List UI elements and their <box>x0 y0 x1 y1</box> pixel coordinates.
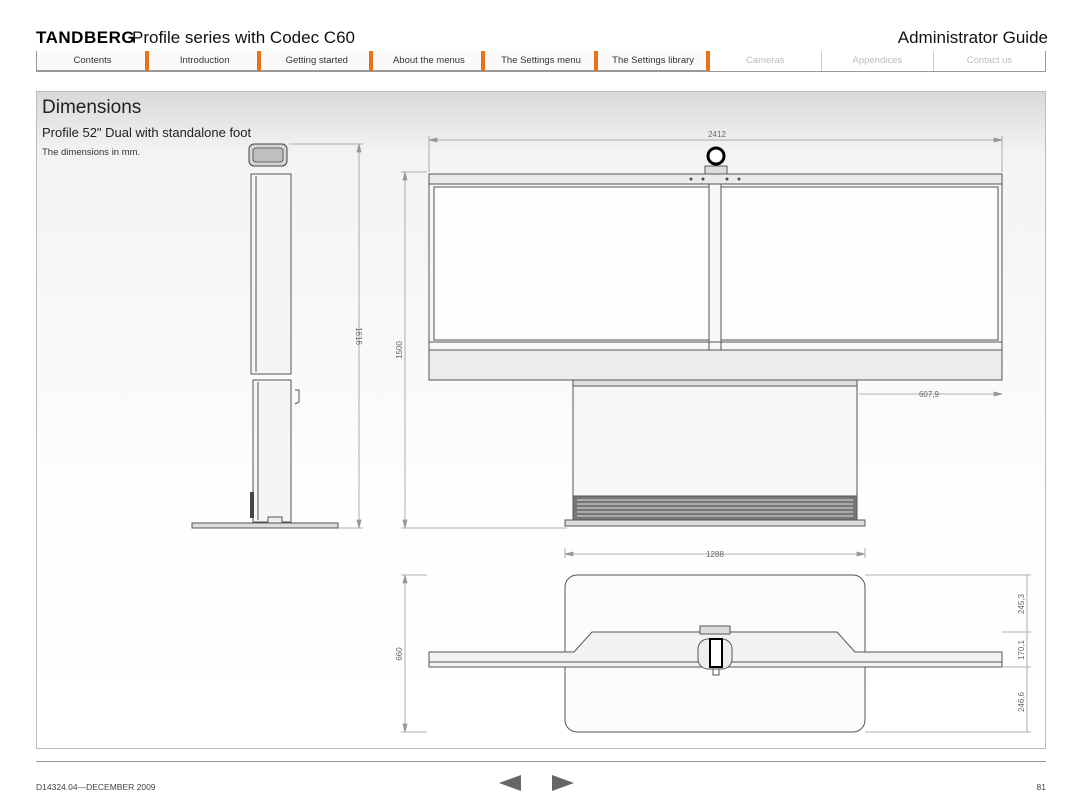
dim-depth-front: 245,3 <box>1017 593 1026 614</box>
side-view <box>191 143 339 529</box>
tab-getting-started[interactable]: Getting started <box>261 51 376 71</box>
dim-total-width: 2412 <box>708 130 726 139</box>
tab-contents[interactable]: Contents <box>37 51 152 71</box>
tab-settings-menu[interactable]: The Settings menu <box>485 51 600 71</box>
dim-depth-back: 246,6 <box>1017 691 1026 712</box>
guide-title: Administrator Guide <box>897 28 1048 47</box>
content-panel: Dimensions Profile 52" Dual with standal… <box>36 91 1046 749</box>
front-view <box>428 146 1003 527</box>
nav-tabs: Contents Introduction Getting started Ab… <box>36 51 1046 72</box>
dim-foot-width: 1288 <box>706 550 724 559</box>
tab-about-the-menus[interactable]: About the menus <box>373 51 488 71</box>
header: TANDBERG Profile series with Codec C60 A… <box>36 28 1048 50</box>
dim-foot-offset: 607,9 <box>919 390 940 399</box>
dim-total-height: 1616 <box>354 327 363 345</box>
tab-cameras[interactable]: Cameras <box>709 51 822 71</box>
page-number: 81 <box>1036 782 1046 792</box>
dim-depth-mid: 170,1 <box>1017 639 1026 660</box>
previous-page-arrow-icon[interactable] <box>499 775 521 791</box>
tab-introduction[interactable]: Introduction <box>149 51 264 71</box>
tab-settings-library[interactable]: The Settings library <box>597 51 712 71</box>
footer-divider <box>36 761 1046 762</box>
document-id: D14324.04—DECEMBER 2009 <box>36 782 156 792</box>
brand-logo: TANDBERG <box>36 28 136 47</box>
dim-depth: 660 <box>395 647 404 661</box>
next-page-arrow-icon[interactable] <box>552 775 574 791</box>
dim-screen-height: 1500 <box>395 341 404 359</box>
top-view <box>428 574 1003 733</box>
product-title: Profile series with Codec C60 <box>132 28 355 47</box>
tab-contact-us[interactable]: Contact us <box>933 51 1045 71</box>
technical-drawing: 2412 1616 1500 607,9 1288 660 245,3 170,… <box>191 130 1031 733</box>
tab-appendices[interactable]: Appendices <box>821 51 934 71</box>
